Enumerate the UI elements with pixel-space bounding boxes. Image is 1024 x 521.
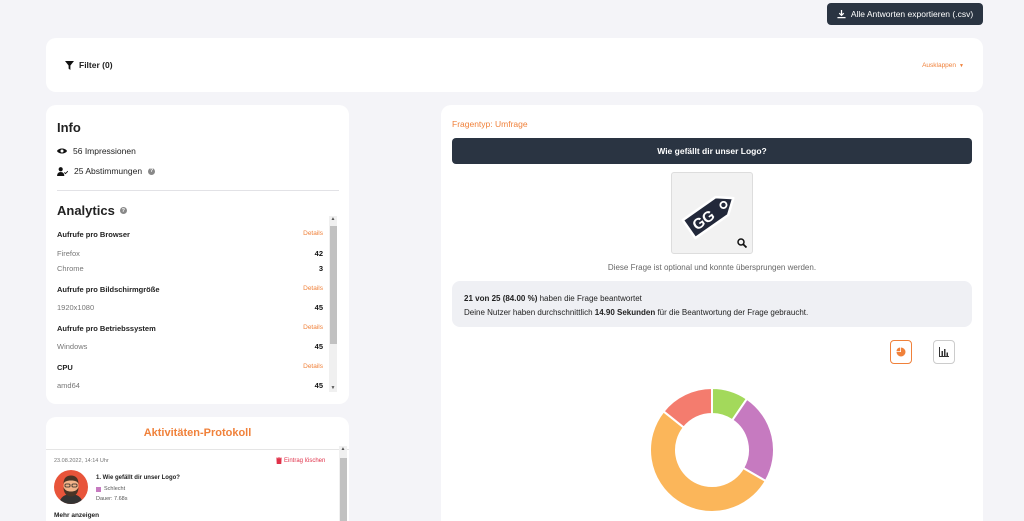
expand-filter-button[interactable]: Ausklappen ▼	[922, 62, 964, 69]
group-title: Aufrufe pro Bildschirmgröße	[57, 285, 160, 294]
log-duration: Dauer: 7.68s	[96, 496, 128, 502]
row-label: Firefox	[57, 249, 80, 258]
time-suffix: für die Beantwortung der Frage gebraucht…	[655, 308, 809, 317]
expand-label: Ausklappen	[922, 62, 957, 69]
user-check-icon	[57, 166, 68, 176]
answered-text: haben die Frage beantwortet	[537, 294, 642, 303]
analytics-row: 1920x1080 45	[57, 303, 323, 312]
votes-stat: 25 Abstimmungen ?	[57, 166, 156, 176]
scroll-up-arrow-icon[interactable]: ▲	[329, 216, 337, 222]
group-title: Aufrufe pro Betriebssystem	[57, 324, 156, 333]
bar-chart-icon	[939, 347, 949, 357]
export-csv-button[interactable]: Alle Antworten exportieren (.csv)	[827, 3, 983, 25]
votes-text: 25 Abstimmungen	[74, 166, 143, 176]
analytics-title-text: Analytics	[57, 203, 115, 218]
eye-icon	[57, 148, 67, 154]
filter-label: Filter (0)	[79, 60, 113, 70]
pie-chart-icon	[896, 347, 906, 357]
zoom-icon[interactable]	[737, 238, 747, 248]
log-title: Aktivitäten-Protokoll	[143, 427, 252, 439]
answered-line: 21 von 25 (84.00 %) haben die Frage bean…	[464, 292, 960, 306]
question-panel: Fragentyp: Umfrage Wie gefällt dir unser…	[441, 105, 983, 521]
analytics-group-header: Aufrufe pro Betriebssystem Details	[57, 324, 323, 333]
donut-chart	[649, 386, 775, 513]
analytics-row: Windows 45	[57, 342, 323, 351]
question-title: Wie gefällt dir unser Logo?	[452, 138, 972, 164]
row-label: Windows	[57, 342, 88, 351]
row-value: 45	[314, 303, 323, 312]
info-title: Info	[57, 120, 81, 135]
row-value: 45	[314, 342, 323, 351]
row-value: 42	[314, 249, 323, 258]
log-answer: Schlecht	[96, 486, 125, 492]
log-question: 1. Wie gefällt dir unser Logo?	[96, 475, 180, 481]
analytics-list[interactable]: Aufrufe pro Browser Details Firefox 42 C…	[57, 228, 323, 394]
scroll-down-arrow-icon[interactable]: ▼	[329, 385, 337, 391]
caret-down-icon: ▼	[959, 62, 964, 69]
log-scroll-thumb[interactable]	[340, 458, 347, 521]
details-link[interactable]: Details	[303, 230, 323, 237]
group-title: CPU	[57, 363, 73, 372]
pie-chart-view-button[interactable]	[890, 340, 912, 364]
show-more-button[interactable]: Mehr anzeigen	[54, 512, 99, 519]
analytics-row: Chrome 3	[57, 264, 323, 273]
analytics-group-header: Aufrufe pro Bildschirmgröße Details	[57, 285, 323, 294]
row-label: Chrome	[57, 264, 84, 273]
activity-log-panel: Aktivitäten-Protokoll 23.08.2022, 14:14 …	[46, 417, 349, 521]
filter-toggle[interactable]: Filter (0)	[65, 60, 113, 70]
filter-panel: Filter (0) Ausklappen ▼	[46, 38, 983, 92]
divider	[46, 449, 349, 450]
bar-chart-view-button[interactable]	[933, 340, 955, 364]
row-label: amd64	[57, 381, 80, 390]
time-prefix: Deine Nutzer haben durchschnittlich	[464, 308, 595, 317]
log-date: 23.08.2022, 14:14 Uhr	[54, 458, 109, 464]
analytics-row: Firefox 42	[57, 249, 323, 258]
details-link[interactable]: Details	[303, 324, 323, 331]
help-icon[interactable]: ?	[119, 207, 127, 214]
row-value: 3	[318, 264, 323, 273]
scroll-up-arrow-icon[interactable]: ▲	[339, 446, 347, 452]
delete-entry-button[interactable]: Eintrag löschen	[276, 457, 325, 464]
analytics-group-header: CPU Details	[57, 363, 323, 372]
help-icon[interactable]: ?	[148, 167, 156, 175]
question-image[interactable]: GG	[671, 172, 753, 254]
row-value: 45	[314, 381, 323, 390]
delete-label: Eintrag löschen	[284, 457, 326, 464]
export-label: Alle Antworten exportieren (.csv)	[850, 9, 974, 19]
answer-stats: 21 von 25 (84.00 %) haben die Frage bean…	[452, 281, 972, 327]
info-panel: Info 56 Impressionen 25 Abstimmungen ? A…	[46, 105, 349, 404]
trash-icon	[276, 457, 282, 464]
optional-note: Diese Frage ist optional und konnte über…	[607, 263, 817, 272]
answer-color-swatch	[96, 486, 101, 492]
analytics-group-header: Aufrufe pro Browser Details	[57, 230, 323, 239]
log-answer-text: Schlecht	[104, 486, 126, 492]
average-time: 14.90 Sekunden	[594, 308, 656, 317]
details-link[interactable]: Details	[303, 285, 323, 292]
divider	[57, 190, 339, 191]
download-icon	[837, 9, 846, 18]
answered-count: 21 von 25 (84.00 %)	[464, 294, 538, 303]
row-label: 1920x1080	[57, 303, 95, 312]
donut-slice-2[interactable]	[730, 397, 775, 483]
group-title: Aufrufe pro Browser	[57, 230, 130, 239]
analytics-scroll-thumb[interactable]	[330, 226, 337, 344]
question-type: Fragentyp: Umfrage	[452, 119, 528, 129]
time-line: Deine Nutzer haben durchschnittlich 14.9…	[464, 306, 960, 320]
funnel-icon	[65, 60, 74, 70]
analytics-title: Analytics ?	[57, 203, 127, 218]
avatar	[54, 470, 88, 504]
details-link[interactable]: Details	[303, 363, 323, 370]
impressions-stat: 56 Impressionen	[57, 146, 136, 156]
impressions-text: 56 Impressionen	[73, 146, 136, 156]
analytics-row: amd64 45	[57, 381, 323, 390]
